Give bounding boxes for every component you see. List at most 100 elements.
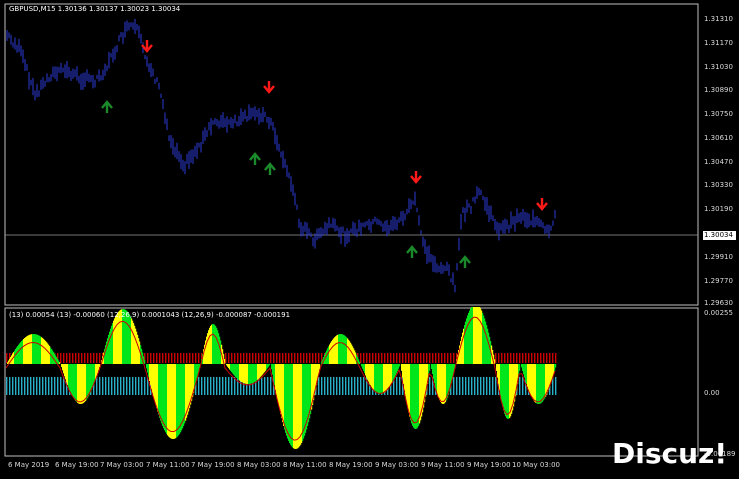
indicator-bar [261, 377, 263, 395]
indicator-bar [369, 353, 371, 363]
indicator-bar [423, 353, 425, 363]
indicator-bar [465, 377, 467, 395]
indicator-bar [72, 353, 74, 363]
indicator-bar [543, 353, 545, 363]
chart-window[interactable]: GBPUSD,M15 1.30136 1.30137 1.30023 1.300… [0, 0, 739, 479]
indicator-bar [450, 353, 452, 363]
price-tick: 1.30610 [704, 134, 733, 142]
indicator-bar [309, 353, 311, 363]
indicator-bar [237, 353, 239, 363]
indicator-bar [228, 353, 230, 363]
indicator-bar [228, 377, 230, 395]
indicator-bar [33, 377, 35, 395]
indicator-bar [387, 353, 389, 363]
indicator-bar [477, 377, 479, 395]
time-tick: 9 May 19:00 [467, 461, 511, 469]
indicator-bar [39, 377, 41, 395]
indicator-bar [96, 377, 98, 395]
indicator-bar [66, 353, 68, 363]
sell-arrow-icon [263, 81, 275, 94]
indicator-bar [177, 353, 179, 363]
indicator-bar [426, 353, 428, 363]
indicator-bar [411, 353, 413, 363]
indicator-bar [213, 377, 215, 395]
indicator-histogram [7, 307, 557, 449]
indicator-bar [120, 377, 122, 395]
indicator-bar [459, 377, 461, 395]
indicator-bar [132, 377, 134, 395]
indicator-bar [453, 377, 455, 395]
indicator-bar [474, 377, 476, 395]
indicator-bar [480, 377, 482, 395]
indicator-bar [531, 353, 533, 363]
indicator-bar [555, 377, 557, 395]
indicator-bar [408, 353, 410, 363]
indicator-bar [57, 377, 59, 395]
indicator-bar [207, 377, 209, 395]
indicator-bar [291, 353, 293, 363]
indicator-bar [144, 377, 146, 395]
indicator-bar [339, 377, 341, 395]
price-chart-border [4, 3, 699, 306]
indicator-bar [462, 377, 464, 395]
price-tick: 1.31030 [704, 63, 733, 71]
time-tick: 7 May 03:00 [100, 461, 144, 469]
indicator-bar [489, 377, 491, 395]
indicator-bar [318, 377, 320, 395]
indicator-bar [378, 353, 380, 363]
indicator-bar [219, 377, 221, 395]
indicator-bar [522, 377, 524, 395]
indicator-bar [108, 377, 110, 395]
indicator-bar [18, 377, 20, 395]
indicator-bar [318, 353, 320, 363]
indicator-bar [504, 353, 506, 363]
indicator-bar [414, 353, 416, 363]
indicator-bar [174, 353, 176, 363]
indicator-bar [453, 353, 455, 363]
indicator-bar [432, 353, 434, 363]
indicator-bar [231, 353, 233, 363]
indicator-bar [30, 377, 32, 395]
indicator-bar [6, 377, 8, 395]
price-tick: 1.30470 [704, 158, 733, 166]
indicator-bar [519, 353, 521, 363]
price-tick: 1.29770 [704, 277, 733, 285]
indicator-bar [249, 353, 251, 363]
indicator-bar [447, 353, 449, 363]
indicator-bar [24, 377, 26, 395]
indicator-bar [552, 353, 554, 363]
indicator-bar [555, 353, 557, 363]
indicator-bar [45, 377, 47, 395]
indicator-bar [357, 377, 359, 395]
indicator-panel[interactable] [0, 307, 739, 457]
indicator-bar [165, 353, 167, 363]
price-tick: 1.29910 [704, 253, 733, 261]
indicator-bar [216, 377, 218, 395]
indicator-bar [537, 353, 539, 363]
indicator-bar [147, 353, 149, 363]
indicator-bar [156, 353, 158, 363]
buy-arrow-icon [406, 245, 418, 258]
indicator-bar [333, 377, 335, 395]
indicator-bar [471, 377, 473, 395]
indicator-bar [225, 377, 227, 395]
indicator-bar [519, 377, 521, 395]
indicator-bar [279, 353, 281, 363]
indicator-bar [60, 353, 62, 363]
indicator-bar [396, 377, 398, 395]
chart-title: GBPUSD,M15 1.30136 1.30137 1.30023 1.300… [9, 5, 181, 13]
histogram-bar [555, 364, 557, 368]
indicator-bar [138, 377, 140, 395]
indicator-bar [429, 377, 431, 395]
indicator-bar [84, 353, 86, 363]
indicator-bar [261, 353, 263, 363]
indicator-bar [117, 377, 119, 395]
price-chart[interactable] [0, 0, 739, 306]
indicator-bar [444, 353, 446, 363]
buy-arrow-icon [264, 162, 276, 175]
indicator-bar [153, 353, 155, 363]
indicator-bar [105, 377, 107, 395]
indicator-bar [438, 353, 440, 363]
histogram-bar [269, 364, 271, 366]
indicator-bar [186, 353, 188, 363]
